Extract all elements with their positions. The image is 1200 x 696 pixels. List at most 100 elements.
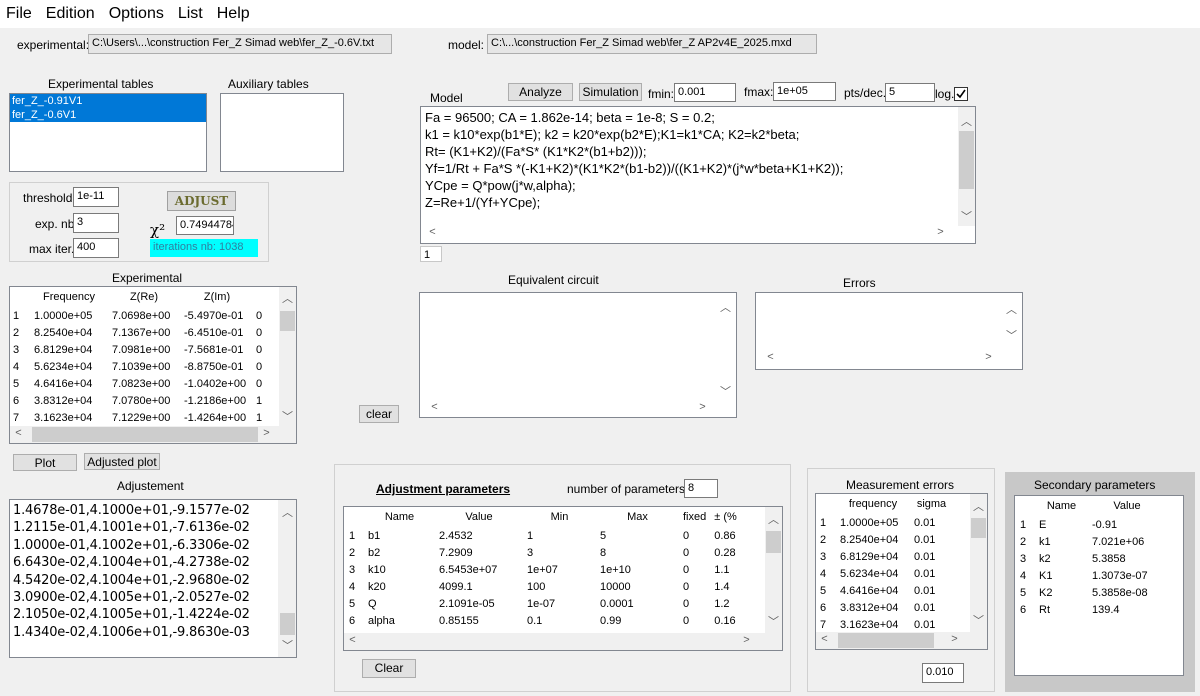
table-cell[interactable]: K1 [1035,567,1088,584]
table-row[interactable]: 3 6.8129e+04 0.01 [816,548,953,565]
table-cell[interactable]: 4.6416e+04 [836,582,910,599]
table-cell[interactable]: 5 [596,527,679,544]
adjustment-parameters-grid[interactable]: Name Value Min Max fixed ± (% 1 b1 2.4532 1… [343,506,783,651]
table-cell[interactable]: Q [364,595,435,612]
equivalent-circuit-box[interactable]: ︿ ﹀ < > [419,292,737,418]
table-cell[interactable]: 1 [523,527,596,544]
table-cell[interactable]: 3.8312e+04 [30,392,108,409]
scroll-up-icon[interactable]: ︿ [765,511,782,527]
table-cell[interactable]: 1.4 [710,578,741,595]
table-cell[interactable]: 7.0698e+00 [108,307,180,324]
table-cell[interactable]: 0 [679,612,710,629]
table-cell[interactable]: 8 [596,544,679,561]
list-item[interactable]: fer_Z_-0.91V1 [10,94,206,108]
scroll-left-icon[interactable]: < [10,427,27,439]
scroll-down-icon[interactable]: ﹀ [717,383,734,399]
table-cell[interactable]: K2 [1035,584,1088,601]
column-header[interactable]: Min [523,507,596,527]
table-cell[interactable]: 1e+07 [523,561,596,578]
table-cell[interactable]: 7.0780e+00 [108,392,180,409]
menu-item-options[interactable]: Options [102,0,171,23]
menu-item-file[interactable]: File [0,0,39,23]
table-cell[interactable]: -1.0402e+00 [180,375,254,392]
scroll-right-icon[interactable]: > [694,401,711,413]
table-cell[interactable]: -7.5681e-01 [180,341,254,358]
scroll-thumb[interactable] [280,613,295,635]
number-of-parameters-input[interactable]: 8 [684,479,718,498]
column-header[interactable]: fixed [679,507,710,527]
table-cell[interactable]: -5.4970e-01 [180,307,254,324]
experimental-grid[interactable]: Frequency Z(Re) Z(Im) 1 1.0000e+05 7.0698e… [9,286,297,444]
table-cell[interactable]: 0.1 [523,612,596,629]
table-row[interactable]: 1 1.0000e+05 0.01 [816,514,953,531]
table-cell[interactable]: 0.01 [910,616,953,633]
table-cell[interactable]: 0 [679,544,710,561]
table-cell[interactable]: 10000 [596,578,679,595]
table-cell[interactable]: 0.01 [910,582,953,599]
table-cell[interactable]: 0.0001 [596,595,679,612]
scroll-down-icon[interactable]: ﹀ [279,408,296,424]
scroll-down-icon[interactable]: ﹀ [958,208,975,224]
scroll-up-icon[interactable]: ︿ [970,498,987,514]
table-row[interactable]: 3 k10 6.5453e+07 1e+07 1e+10 0 1.1 [344,561,741,578]
column-header[interactable]: Max [596,507,679,527]
table-cell[interactable]: 3 [523,544,596,561]
table-cell[interactable]: b2 [364,544,435,561]
table-cell[interactable]: 7.021e+06 [1088,533,1166,550]
table-row[interactable]: 5 K2 5.3858e-08 [1015,584,1166,601]
scroll-up-icon[interactable]: ︿ [717,299,734,315]
scroll-thumb[interactable] [838,633,934,648]
table-cell[interactable]: 0.01 [910,514,953,531]
column-header[interactable]: Value [435,507,523,527]
vertical-scrollbar[interactable]: ︿ ﹀ [278,500,296,657]
menu-item-help[interactable]: Help [210,0,257,23]
adjust-button[interactable]: ADJUST [167,191,236,211]
table-row[interactable]: 1 b1 2.4532 1 5 0 0.86 [344,527,741,544]
scroll-left-icon[interactable]: < [762,351,779,363]
horizontal-scrollbar[interactable]: < > [344,633,782,650]
table-cell[interactable]: k1 [1035,533,1088,550]
adjustement-output[interactable]: 1.4678e-01,4.1000e+01,-9.1577e-02 1.2115e… [9,499,297,658]
table-cell[interactable]: 6.5453e+07 [435,561,523,578]
table-row[interactable]: 6 alpha 0.85155 0.1 0.99 0 0.16 [344,612,741,629]
scroll-right-icon[interactable]: > [738,634,755,646]
table-row[interactable]: 4 K1 1.3073e-07 [1015,567,1166,584]
scroll-up-icon[interactable]: ︿ [279,290,296,306]
table-cell[interactable]: 0 [679,595,710,612]
table-row[interactable]: 3 k2 5.3858 [1015,550,1166,567]
table-row[interactable]: 7 3.1623e+04 0.01 [816,616,953,633]
scroll-left-icon[interactable]: < [344,634,361,646]
table-cell[interactable]: 1e+10 [596,561,679,578]
table-cell[interactable]: -6.4510e-01 [180,324,254,341]
scroll-right-icon[interactable]: > [946,633,963,645]
table-cell[interactable]: 0.01 [910,599,953,616]
column-header[interactable]: Name [364,507,435,527]
table-cell[interactable]: E [1035,516,1088,533]
table-cell[interactable]: 0 [254,341,268,358]
table-cell[interactable]: 0.99 [596,612,679,629]
table-cell[interactable]: 0 [254,358,268,375]
clear-parameters-button[interactable]: Clear [362,659,416,678]
model-path-field[interactable]: C:\...\construction Fer_Z Simad web\fer_… [487,34,817,54]
scroll-down-icon[interactable]: ﹀ [1003,327,1020,343]
log-checkbox[interactable] [954,87,968,101]
table-cell[interactable]: 3.8312e+04 [836,599,910,616]
table-cell[interactable]: k10 [364,561,435,578]
scroll-down-icon[interactable]: ﹀ [765,613,782,629]
table-cell[interactable]: 1.1 [710,561,741,578]
table-row[interactable]: 2 k1 7.021e+06 [1015,533,1166,550]
column-header[interactable]: frequency [836,494,910,514]
table-cell[interactable]: 1.0000e+05 [836,514,910,531]
measurement-errors-grid[interactable]: frequency sigma 1 1.0000e+05 0.01 2 8.2540e+… [815,493,988,650]
table-cell[interactable]: b1 [364,527,435,544]
scroll-up-icon[interactable]: ︿ [279,504,296,520]
scroll-thumb[interactable] [280,311,295,331]
vertical-scrollbar[interactable]: ︿ ﹀ [958,107,975,226]
table-row[interactable]: 4 k20 4099.1 100 10000 0 1.4 [344,578,741,595]
simulation-button[interactable]: Simulation [579,83,642,101]
list-item[interactable]: fer_Z_-0.6V1 [10,108,206,122]
table-cell[interactable]: 0 [254,375,268,392]
vertical-scrollbar[interactable]: ︿ ﹀ [279,287,296,426]
menu-item-list[interactable]: List [171,0,210,23]
sigma-input[interactable]: 0.010 [922,663,964,683]
